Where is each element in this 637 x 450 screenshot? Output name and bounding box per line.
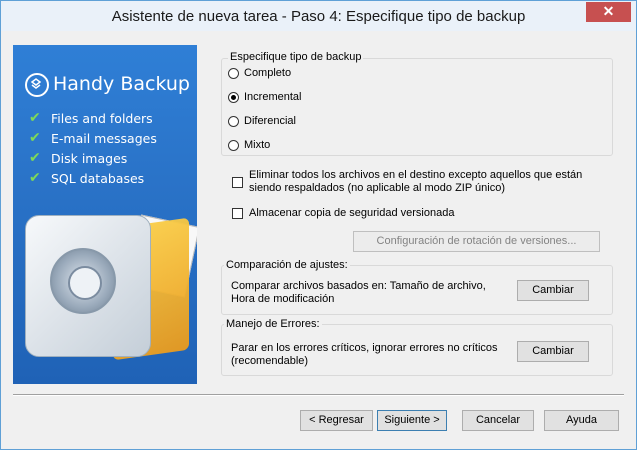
radio-label: Mixto: [244, 139, 271, 151]
checkmark-icon: ✔: [29, 130, 41, 146]
next-button[interactable]: Siguiente >: [377, 410, 447, 431]
window-title: Asistente de nueva tarea - Paso 4: Espec…: [111, 8, 526, 25]
radio-label: Diferencial: [244, 115, 296, 127]
cancel-button[interactable]: Cancelar: [462, 410, 534, 431]
delete-files-label: Eliminar todos los archivos en el destin…: [249, 169, 583, 194]
radio-button[interactable]: [228, 91, 239, 103]
help-button[interactable]: Ayuda: [544, 410, 619, 431]
feature-label: SQL databases: [51, 171, 145, 186]
versioned-backup-label: Almacenar copia de seguridad versionada: [249, 207, 455, 219]
handy-backup-logo-icon: [25, 73, 49, 97]
radio-mixto[interactable]: Mixto: [228, 139, 270, 151]
error-handling-legend: Manejo de Errores:: [224, 318, 322, 330]
safe-illustration: [25, 215, 151, 357]
feature-item: ✔ SQL databases: [29, 170, 145, 186]
radio-incremental[interactable]: Incremental: [228, 91, 301, 103]
checkmark-icon: ✔: [29, 150, 41, 166]
backup-type-legend: Especifique tipo de backup: [228, 51, 364, 63]
feature-label: E-mail messages: [51, 131, 157, 146]
error-handling-text: Parar en los errores críticos, ignorar e…: [231, 342, 498, 367]
safe-dial-icon: [50, 248, 116, 314]
feature-label: Files and folders: [51, 111, 153, 126]
change-error-handling-button[interactable]: Cambiar: [517, 341, 589, 362]
back-button[interactable]: < Regresar: [300, 410, 373, 431]
radio-label: Incremental: [244, 91, 302, 103]
radio-button[interactable]: [228, 67, 239, 79]
change-comparison-button[interactable]: Cambiar: [517, 280, 589, 301]
title-bar[interactable]: Asistente de nueva tarea - Paso 4: Espec…: [1, 1, 636, 31]
radio-button[interactable]: [228, 139, 239, 151]
feature-item: ✔ E-mail messages: [29, 130, 157, 146]
error-handling-group: Manejo de Errores: Parar en los errores …: [221, 318, 613, 376]
feature-label: Disk images: [51, 151, 128, 166]
radio-diferencial[interactable]: Diferencial: [228, 115, 296, 127]
handy-backup-banner: Handy Backup ✔ Files and folders ✔ E-mai…: [13, 45, 197, 384]
radio-button[interactable]: [228, 115, 239, 127]
radio-label: Completo: [244, 67, 292, 79]
feature-item: ✔ Files and folders: [29, 110, 153, 126]
footer-separator: [13, 394, 624, 396]
checkmark-icon: ✔: [29, 170, 41, 186]
comparison-legend: Comparación de ajustes:: [224, 259, 350, 271]
checkmark-icon: ✔: [29, 110, 41, 126]
close-button[interactable]: ✕: [586, 2, 631, 22]
radio-completo[interactable]: Completo: [228, 67, 291, 79]
versioned-backup-checkbox[interactable]: [232, 208, 243, 219]
feature-item: ✔ Disk images: [29, 150, 128, 166]
wizard-window: Asistente de nueva tarea - Paso 4: Espec…: [0, 0, 637, 450]
backup-type-group: Especifique tipo de backup Completo Incr…: [221, 51, 613, 156]
brand-name: Handy Backup: [53, 73, 190, 95]
delete-files-checkbox[interactable]: [232, 177, 243, 188]
rotation-settings-button[interactable]: Configuración de rotación de versiones..…: [353, 231, 600, 252]
comparison-settings-group: Comparación de ajustes: Comparar archivo…: [221, 259, 613, 315]
comparison-text: Comparar archivos basados en: Tamaño de …: [231, 280, 486, 305]
wizard-body: Handy Backup ✔ Files and folders ✔ E-mai…: [7, 32, 630, 443]
